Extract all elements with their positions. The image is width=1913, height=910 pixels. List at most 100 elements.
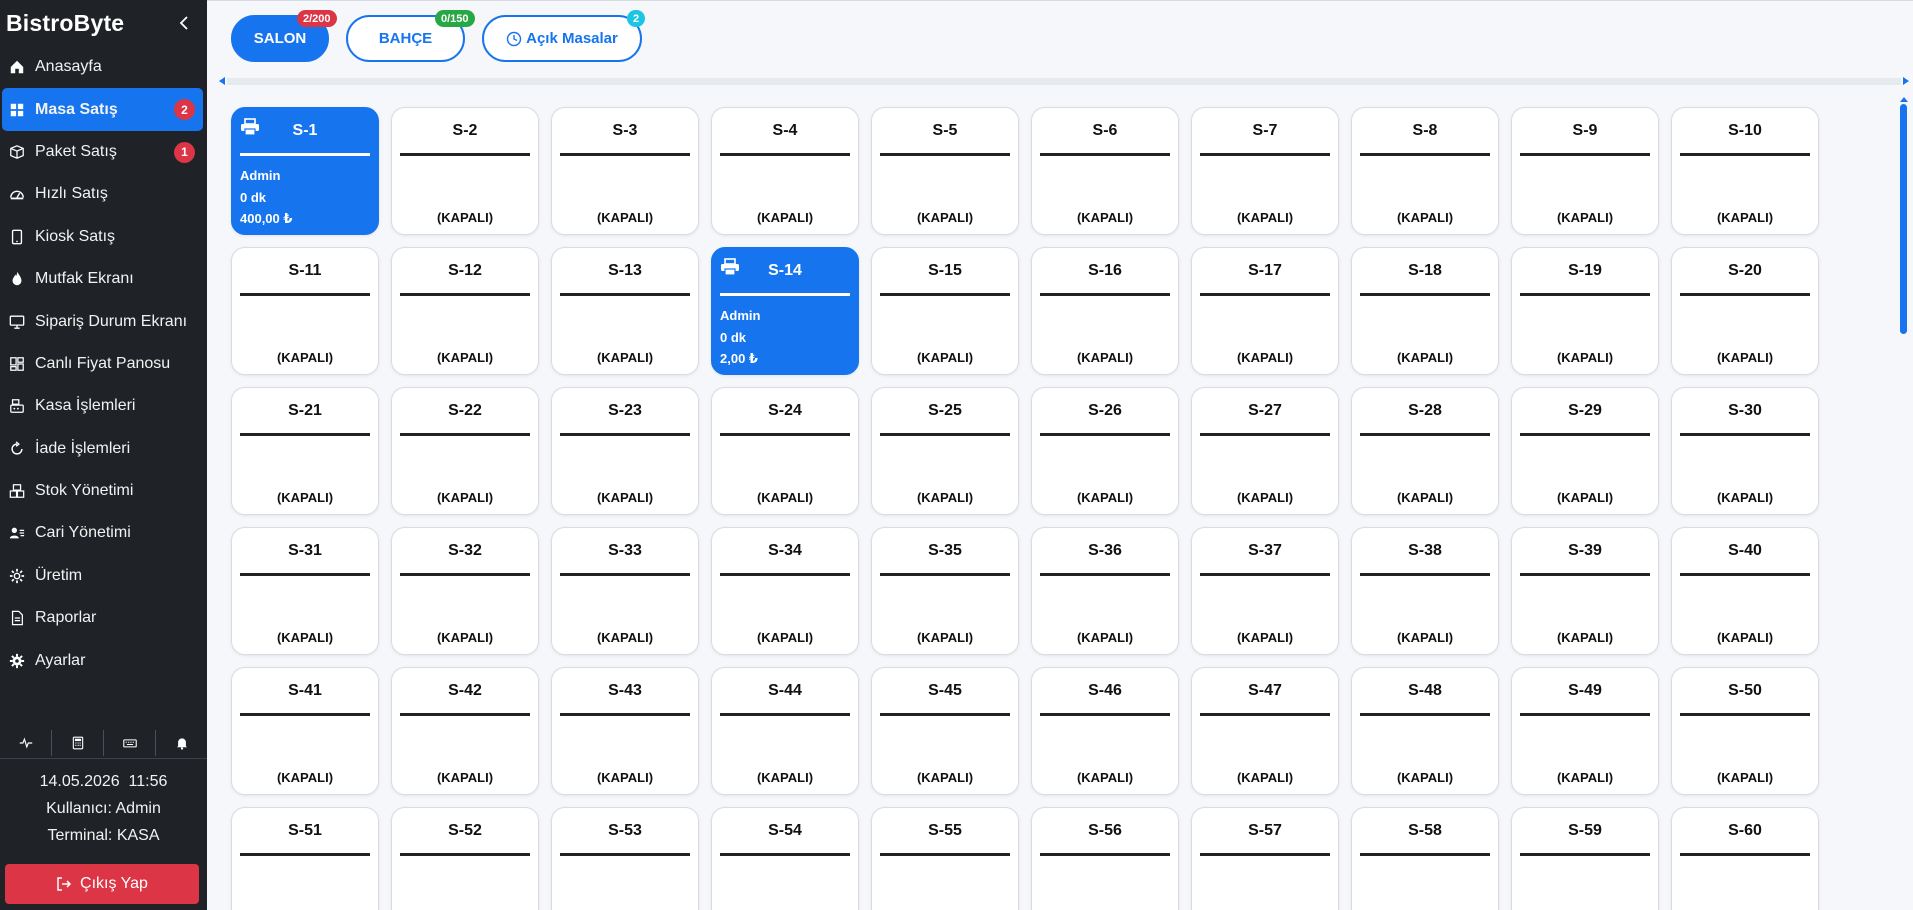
table-card[interactable]: S-11 (KAPALI) <box>231 247 379 375</box>
sidebar-item-üretim[interactable]: Üretim <box>0 555 207 597</box>
table-card[interactable]: S-43 (KAPALI) <box>551 667 699 795</box>
sidebar-item-anasayfa[interactable]: Anasayfa <box>0 46 207 88</box>
sidebar-item-i-ade-i-şlemleri[interactable]: İade İşlemleri <box>0 428 207 470</box>
table-card[interactable]: S-35 (KAPALI) <box>871 527 1019 655</box>
table-card[interactable]: S-9 (KAPALI) <box>1511 107 1659 235</box>
table-card[interactable]: S-60(KAPALI) <box>1671 807 1819 910</box>
table-card[interactable]: S-17 (KAPALI) <box>1191 247 1339 375</box>
keyboard-button[interactable] <box>104 729 156 756</box>
table-card[interactable]: S-28 (KAPALI) <box>1351 387 1499 515</box>
scroll-left-icon[interactable] <box>219 77 225 85</box>
sidebar-item-raporlar[interactable]: Raporlar <box>0 597 207 639</box>
table-card[interactable]: S-20 (KAPALI) <box>1671 247 1819 375</box>
calculator-button[interactable] <box>52 729 104 756</box>
table-name: S-11 <box>288 262 322 279</box>
table-card[interactable]: S-46 (KAPALI) <box>1031 667 1179 795</box>
table-card[interactable]: S-47 (KAPALI) <box>1191 667 1339 795</box>
table-card[interactable]: S-58(KAPALI) <box>1351 807 1499 910</box>
bell-button[interactable] <box>156 730 207 756</box>
table-status: (KAPALI) <box>1716 770 1774 785</box>
zone-tab-açık-masalar[interactable]: Açık Masalar <box>482 15 642 62</box>
table-card[interactable]: S-48 (KAPALI) <box>1351 667 1499 795</box>
table-card[interactable]: S-42 (KAPALI) <box>391 667 539 795</box>
table-card[interactable]: S-57(KAPALI) <box>1191 807 1339 910</box>
table-card[interactable]: S-23 (KAPALI) <box>551 387 699 515</box>
table-card[interactable]: S-27 (KAPALI) <box>1191 387 1339 515</box>
table-card[interactable]: S-12 (KAPALI) <box>391 247 539 375</box>
sidebar-item-hızlı-satış[interactable]: Hızlı Satış <box>0 173 207 215</box>
table-card[interactable]: S-22 (KAPALI) <box>391 387 539 515</box>
table-card[interactable]: S-34 (KAPALI) <box>711 527 859 655</box>
flame-icon <box>12 272 22 286</box>
table-card[interactable]: S-31 (KAPALI) <box>231 527 379 655</box>
table-card[interactable]: S-41 (KAPALI) <box>231 667 379 795</box>
table-divider <box>1680 853 1810 856</box>
table-divider <box>400 853 530 856</box>
sidebar-item-mutfak-ekranı[interactable]: Mutfak Ekranı <box>0 258 207 300</box>
table-card[interactable]: S-32 (KAPALI) <box>391 527 539 655</box>
table-card[interactable]: S-7 (KAPALI) <box>1191 107 1339 235</box>
sidebar-item-stok-yönetimi[interactable]: Stok Yönetimi <box>0 470 207 512</box>
table-card[interactable]: S-15 (KAPALI) <box>871 247 1019 375</box>
sidebar-item-paket-satış[interactable]: Paket Satış 1 <box>0 131 207 173</box>
sidebar-item-cari-yönetimi[interactable]: Cari Yönetimi <box>0 512 207 554</box>
table-card[interactable]: S-24 (KAPALI) <box>711 387 859 515</box>
table-card[interactable]: S-6 (KAPALI) <box>1031 107 1179 235</box>
table-card[interactable]: S-51(KAPALI) <box>231 807 379 910</box>
table-amount: 400,00 ₺ <box>240 211 293 226</box>
table-name: S-53 <box>608 822 642 839</box>
table-card[interactable]: S-25 (KAPALI) <box>871 387 1019 515</box>
table-status: (KAPALI) <box>1396 770 1454 785</box>
horizontal-scrollbar[interactable] <box>219 75 1909 87</box>
table-card[interactable]: S-37 (KAPALI) <box>1191 527 1339 655</box>
scroll-right-icon[interactable] <box>1903 77 1909 85</box>
table-card[interactable]: S-40 (KAPALI) <box>1671 527 1819 655</box>
table-card[interactable]: S-4 (KAPALI) <box>711 107 859 235</box>
table-card[interactable]: S-52(KAPALI) <box>391 807 539 910</box>
logout-label: Çıkış Yap <box>80 875 148 892</box>
table-card[interactable]: S-13 (KAPALI) <box>551 247 699 375</box>
table-card[interactable]: S-2 (KAPALI) <box>391 107 539 235</box>
table-card[interactable]: S-54(KAPALI) <box>711 807 859 910</box>
table-card[interactable]: S-33 (KAPALI) <box>551 527 699 655</box>
sidebar-item-ayarlar[interactable]: Ayarlar <box>0 639 207 681</box>
table-card[interactable]: S-14 Admin 0 dk 2,00 ₺ <box>711 247 859 375</box>
table-card[interactable]: S-36 (KAPALI) <box>1031 527 1179 655</box>
table-card[interactable]: S-53(KAPALI) <box>551 807 699 910</box>
scroll-up-icon[interactable] <box>1900 97 1908 102</box>
table-card[interactable]: S-39 (KAPALI) <box>1511 527 1659 655</box>
table-card[interactable]: S-5 (KAPALI) <box>871 107 1019 235</box>
activity-button[interactable] <box>0 729 52 756</box>
collapse-sidebar-button[interactable] <box>175 14 193 32</box>
table-card[interactable]: S-56(KAPALI) <box>1031 807 1179 910</box>
table-card[interactable]: S-45 (KAPALI) <box>871 667 1019 795</box>
table-name: S-26 <box>1088 402 1122 419</box>
sidebar-item-kasa-i-şlemleri[interactable]: Kasa İşlemleri <box>0 385 207 427</box>
table-name: S-10 <box>1728 122 1762 139</box>
sidebar-item-masa-satış[interactable]: Masa Satış 2 <box>2 88 203 131</box>
table-card[interactable]: S-29 (KAPALI) <box>1511 387 1659 515</box>
table-card[interactable]: S-26 (KAPALI) <box>1031 387 1179 515</box>
table-card[interactable]: S-10 (KAPALI) <box>1671 107 1819 235</box>
table-card[interactable]: S-50 (KAPALI) <box>1671 667 1819 795</box>
table-card[interactable]: S-16 (KAPALI) <box>1031 247 1179 375</box>
sidebar-item-canlı-fiyat-panosu[interactable]: Canlı Fiyat Panosu <box>0 343 207 385</box>
table-card[interactable]: S-38 (KAPALI) <box>1351 527 1499 655</box>
table-card[interactable]: S-59(KAPALI) <box>1511 807 1659 910</box>
sidebar-item-label: Hızlı Satış <box>35 185 108 203</box>
table-card[interactable]: S-1 Admin 0 dk 400,00 ₺ <box>231 107 379 235</box>
table-card[interactable]: S-55(KAPALI) <box>871 807 1019 910</box>
sidebar-item-sipariş-durum-ekranı[interactable]: Sipariş Durum Ekranı <box>0 300 207 342</box>
sidebar-item-kiosk-satış[interactable]: Kiosk Satış <box>0 216 207 258</box>
table-card[interactable]: S-8 (KAPALI) <box>1351 107 1499 235</box>
table-card[interactable]: S-30 (KAPALI) <box>1671 387 1819 515</box>
table-card[interactable]: S-21 (KAPALI) <box>231 387 379 515</box>
table-card[interactable]: S-3 (KAPALI) <box>551 107 699 235</box>
table-card[interactable]: S-19 (KAPALI) <box>1511 247 1659 375</box>
table-card[interactable]: S-44 (KAPALI) <box>711 667 859 795</box>
table-card[interactable]: S-49 (KAPALI) <box>1511 667 1659 795</box>
table-card[interactable]: S-18 (KAPALI) <box>1351 247 1499 375</box>
logout-button[interactable]: Çıkış Yap <box>5 864 199 904</box>
table-status: (KAPALI) <box>436 210 494 225</box>
vertical-scrollbar-thumb[interactable] <box>1900 104 1907 334</box>
